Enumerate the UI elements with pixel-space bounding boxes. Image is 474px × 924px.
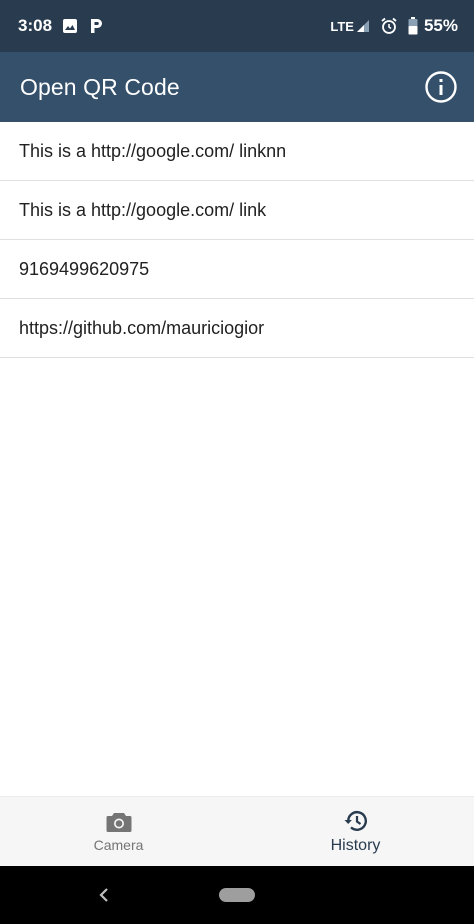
network-type: LTE (330, 18, 354, 34)
info-button[interactable] (424, 70, 458, 104)
tab-camera-label: Camera (93, 836, 144, 853)
status-left: 3:08 (18, 16, 104, 36)
list-item[interactable]: This is a http://google.com/ linknn (0, 122, 474, 181)
battery-percentage: 55% (423, 16, 458, 35)
list-item[interactable]: This is a http://google.com/ link (0, 181, 474, 240)
list-item-text: This is a http://google.com/ linknn (19, 140, 287, 161)
history-icon (344, 810, 367, 831)
alarm-icon (381, 17, 397, 34)
app-bar: Open QR Code (0, 52, 474, 122)
list-item-text: This is a http://google.com/ link (19, 199, 267, 220)
system-navigation-bar (0, 866, 474, 924)
bottom-navigation: Camera History (0, 796, 474, 866)
status-time: 3:08 (18, 16, 53, 35)
tab-history-label: History (330, 836, 381, 854)
tab-camera[interactable]: Camera (0, 797, 237, 866)
p-notification-icon (91, 19, 103, 33)
status-bar: 3:08 LTE 55% (0, 0, 474, 52)
camera-icon (106, 812, 131, 832)
info-icon (425, 71, 457, 103)
back-button[interactable] (94, 884, 114, 906)
home-button[interactable] (219, 888, 255, 902)
tab-history[interactable]: History (237, 797, 474, 866)
list-item[interactable]: https://github.com/mauriciogior (0, 299, 474, 358)
signal-icon (356, 20, 369, 32)
battery-icon (408, 17, 418, 35)
list-item-text: https://github.com/mauriciogior (19, 317, 265, 338)
list-item-text: 9169499620975 (19, 258, 150, 279)
status-right: LTE 55% (330, 16, 458, 36)
image-notification-icon (63, 19, 78, 33)
page-title: Open QR Code (20, 73, 180, 100)
history-list: This is a http://google.com/ linknn This… (0, 122, 474, 358)
list-item[interactable]: 9169499620975 (0, 240, 474, 299)
back-icon (99, 888, 108, 902)
